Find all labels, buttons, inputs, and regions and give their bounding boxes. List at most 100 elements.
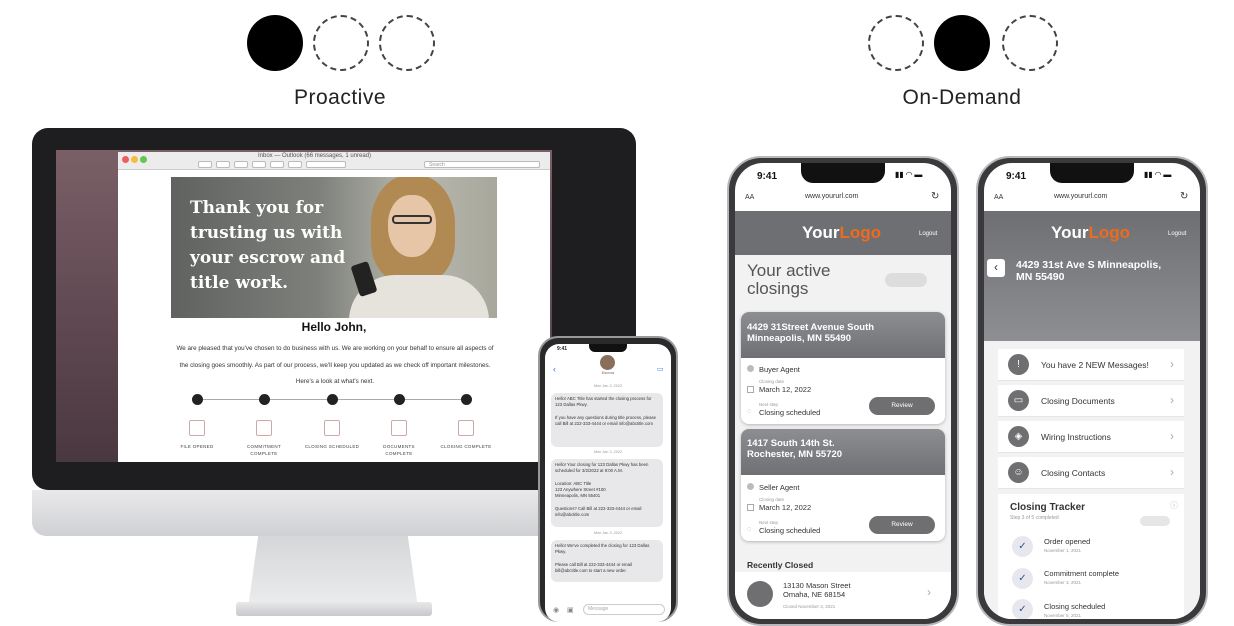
page-title: Your active closings xyxy=(747,261,831,298)
url-field[interactable]: www.yoururl.com xyxy=(1054,193,1107,200)
app-header: YourLogo Logout xyxy=(735,211,951,255)
tracker-step-date: November 1, 2021 xyxy=(1044,548,1082,553)
close-window-icon[interactable] xyxy=(122,156,129,163)
recently-closed-item[interactable]: 13130 Mason Street Omaha, NE 68154 Close… xyxy=(735,572,951,619)
closed-date: Closed November 3, 2021 xyxy=(783,604,836,609)
milestone-label: COMMITMENT COMPLETE xyxy=(247,444,281,456)
email-window: Inbox — Outlook (66 messages, 1 unread) … xyxy=(118,152,550,462)
cloud-icon xyxy=(885,273,927,287)
message-bubble: Hello! We've completed the closing for 1… xyxy=(551,540,663,582)
video-call-icon[interactable]: ▭ xyxy=(657,365,664,373)
toolbar-button[interactable] xyxy=(198,161,212,168)
closing-card[interactable]: 1417 South 14th St. Rochester, MN 55720 … xyxy=(741,429,945,541)
menu-item-label: Closing Contacts xyxy=(1041,468,1106,478)
toolbar-button[interactable] xyxy=(216,161,230,168)
toolbar-button[interactable] xyxy=(270,161,284,168)
hero-photo-face xyxy=(388,195,436,257)
menu-item-label: Wiring Instructions xyxy=(1041,432,1111,442)
status-caption: Next step xyxy=(759,402,779,407)
menu-item-contacts[interactable]: ☺ Closing Contacts › xyxy=(998,457,1184,489)
alert-icon: ! xyxy=(1008,354,1029,375)
agent-icon xyxy=(747,365,754,372)
zoom-window-icon[interactable] xyxy=(140,156,147,163)
chevron-right-icon: › xyxy=(1170,465,1174,479)
toolbar-button[interactable] xyxy=(252,161,266,168)
file-icon xyxy=(189,420,205,436)
phone-notch xyxy=(1050,163,1134,183)
logo: YourLogo xyxy=(802,223,881,243)
toolbar-button[interactable] xyxy=(306,161,346,168)
contact-name: Escrow xyxy=(601,371,615,375)
agent-role: Seller Agent xyxy=(759,483,800,492)
milestone-label: CLOSING COMPLETE xyxy=(440,444,492,449)
back-icon[interactable]: ‹ xyxy=(987,259,1005,277)
logout-link[interactable]: Logout xyxy=(919,231,937,237)
message-date: Mon Jan 3, 2022 xyxy=(593,384,623,388)
status-time: 9:41 xyxy=(757,171,778,182)
status-time: 9:41 xyxy=(557,346,568,352)
camera-icon[interactable]: ◉ xyxy=(553,606,559,614)
milestone-dot xyxy=(259,394,270,405)
section-heading-proactive: Proactive xyxy=(293,86,387,109)
message-date: Mon Jan 3, 2022 xyxy=(593,531,623,535)
section-heading-on-demand: On-Demand xyxy=(902,86,1022,109)
menu-item-messages[interactable]: ! You have 2 NEW Messages! › xyxy=(998,349,1184,381)
calendar-icon xyxy=(747,504,754,511)
minimize-window-icon[interactable] xyxy=(131,156,138,163)
toolbar-button[interactable] xyxy=(234,161,248,168)
milestone-dot xyxy=(327,394,338,405)
message-bubble: Hello! Your closing for 123 Dallas Pkwy … xyxy=(551,459,663,527)
recently-closed-heading: Recently Closed xyxy=(747,560,814,570)
signal-wifi-battery-icon: ▮▮ ◠ ▬ xyxy=(1144,170,1172,179)
closing-card[interactable]: 4429 31Street Avenue South Minneapolis, … xyxy=(741,312,945,424)
tracker-step-date: November 5, 2021 xyxy=(1044,613,1082,618)
info-icon[interactable]: ⓘ xyxy=(1170,500,1178,511)
logo-accent: Logo xyxy=(1088,223,1131,242)
tracker-subtitle: Step 3 of 5 completed xyxy=(1010,515,1059,521)
logo: YourLogo xyxy=(1051,223,1130,243)
milestone-label: DOCUMENTS COMPLETE xyxy=(383,444,415,456)
detail-header: YourLogo Logout ‹ 4429 31st Ave S Minnea… xyxy=(984,211,1200,341)
tracker-title: Closing Tracker xyxy=(1010,502,1086,513)
email-greeting: Hello John, xyxy=(301,320,367,334)
back-icon[interactable]: ‹ xyxy=(553,364,556,374)
email-search-input[interactable]: Search xyxy=(424,161,540,168)
email-body: We are pleased that you've chosen to do … xyxy=(176,345,494,385)
progress-circle-empty xyxy=(1002,15,1058,71)
text-size-button[interactable]: AA xyxy=(994,194,1003,201)
avatar xyxy=(600,355,615,370)
cloud-icon xyxy=(1140,516,1170,526)
text-size-button[interactable]: AA xyxy=(745,194,754,201)
logout-link[interactable]: Logout xyxy=(1168,231,1186,237)
agent-icon xyxy=(747,483,754,490)
monitor-stand xyxy=(248,536,418,608)
apps-icon[interactable]: ▣ xyxy=(567,606,574,614)
chevron-right-icon: › xyxy=(1170,357,1174,371)
progress-circle-empty xyxy=(313,15,369,71)
reload-icon[interactable]: ↻ xyxy=(931,191,939,202)
menu-item-label: You have 2 NEW Messages! xyxy=(1041,360,1149,370)
toolbar-button[interactable] xyxy=(288,161,302,168)
property-address: 4429 31st Ave S Minneapolis, MN 55490 xyxy=(1016,259,1162,283)
folder-icon: ▭ xyxy=(1008,390,1029,411)
closing-tracker: Closing Tracker Step 3 of 5 completed ⓘ … xyxy=(998,494,1184,619)
url-field[interactable]: www.yoururl.com xyxy=(805,193,858,200)
date-caption: Closing date xyxy=(759,379,785,384)
milestone-dot xyxy=(461,394,472,405)
review-button[interactable]: Review xyxy=(869,516,935,534)
closed-address: 13130 Mason Street Omaha, NE 68154 xyxy=(783,581,851,599)
menu-item-wiring[interactable]: ◈ Wiring Instructions › xyxy=(998,421,1184,453)
progress-circle-empty xyxy=(379,15,435,71)
sms-screen: 9:41 ‹ Escrow ▭ Mon Jan 3, 2022 Hello! A… xyxy=(545,344,671,622)
review-button[interactable]: Review xyxy=(869,397,935,415)
email-toolbar: Inbox — Outlook (66 messages, 1 unread) … xyxy=(118,152,550,170)
menu-item-label: Closing Documents xyxy=(1041,396,1115,406)
menu-item-documents[interactable]: ▭ Closing Documents › xyxy=(998,385,1184,417)
reload-icon[interactable]: ↻ xyxy=(1180,191,1188,202)
message-input[interactable]: Message xyxy=(583,604,665,615)
document-icon xyxy=(256,420,272,436)
message-bubble: Hello! ABC Title has started the closing… xyxy=(551,393,663,447)
status-time: 9:41 xyxy=(1006,171,1027,182)
check-icon: ✓ xyxy=(1012,568,1033,589)
closing-status: Closing scheduled xyxy=(759,526,821,535)
